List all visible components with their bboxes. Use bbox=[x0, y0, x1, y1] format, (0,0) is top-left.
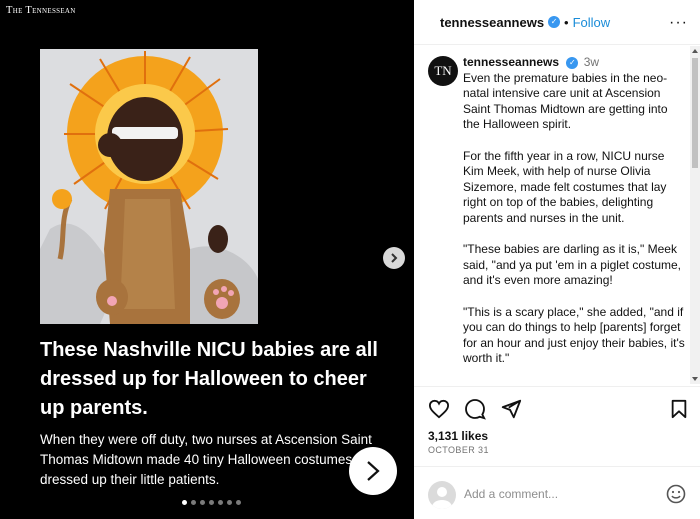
caption-area: TN tennesseannews ✓ 3w Even the prematur… bbox=[414, 46, 700, 386]
carousel-dot[interactable] bbox=[209, 500, 214, 505]
comment-button[interactable] bbox=[464, 398, 486, 420]
carousel-dot[interactable] bbox=[236, 500, 241, 505]
smiley-icon bbox=[666, 484, 686, 504]
emoji-button[interactable] bbox=[666, 484, 686, 504]
comment-composer bbox=[414, 466, 700, 519]
avatar[interactable]: TN bbox=[428, 56, 458, 86]
carousel-dot[interactable] bbox=[227, 500, 232, 505]
photo-next-button[interactable] bbox=[383, 247, 405, 269]
post-caption: tennesseannews ✓ 3w Even the premature b… bbox=[463, 55, 685, 367]
scroll-thumb[interactable] bbox=[692, 58, 698, 168]
like-button[interactable] bbox=[428, 398, 450, 420]
likes-count[interactable]: 3,131 likes bbox=[428, 429, 488, 443]
carousel-dot[interactable] bbox=[191, 500, 196, 505]
header-separator: • bbox=[564, 14, 569, 30]
follow-button[interactable]: Follow bbox=[573, 15, 611, 30]
carousel-dots bbox=[182, 500, 241, 505]
actions-area: 3,131 likes October 31 bbox=[414, 386, 700, 466]
save-button[interactable] bbox=[668, 398, 690, 420]
carousel-dot[interactable] bbox=[218, 500, 223, 505]
baby-lion-costume-image bbox=[40, 49, 258, 324]
verified-badge-icon: ✓ bbox=[566, 56, 579, 69]
share-button[interactable] bbox=[500, 398, 522, 420]
chevron-right-icon bbox=[367, 461, 380, 481]
caption-scrollbar[interactable] bbox=[690, 46, 700, 384]
carousel-dot[interactable] bbox=[182, 500, 187, 505]
post-date-text: October 31 bbox=[428, 445, 489, 455]
comment-bubble-icon bbox=[465, 399, 486, 420]
post-timestamp[interactable]: 3w bbox=[584, 55, 599, 69]
header-username[interactable]: tennesseannews bbox=[440, 15, 544, 30]
chevron-right-icon bbox=[391, 253, 398, 263]
post-date: October 31 bbox=[428, 445, 489, 455]
verified-badge-icon: ✓ bbox=[548, 16, 561, 28]
caption-paragraph: For the fifth year in a row, NICU nurse … bbox=[463, 148, 667, 225]
bookmark-icon bbox=[671, 399, 687, 419]
post-subtext: When they were off duty, two nurses at A… bbox=[40, 432, 379, 487]
avatar bbox=[428, 481, 456, 509]
heart-icon bbox=[428, 399, 450, 419]
comment-input[interactable] bbox=[464, 485, 654, 503]
post-headline: These Nashville NICU babies are all dres… bbox=[40, 339, 378, 419]
caption-paragraph: "These babies are darling as it is," Mee… bbox=[463, 242, 682, 288]
post-photo bbox=[40, 49, 258, 324]
paper-plane-icon bbox=[501, 399, 522, 419]
caption-username[interactable]: tennesseannews bbox=[463, 55, 559, 69]
scroll-down-arrow[interactable] bbox=[692, 377, 698, 381]
action-bar bbox=[428, 398, 522, 420]
carousel-dot[interactable] bbox=[200, 500, 205, 505]
post-header: tennesseannews ✓ • Follow ··· bbox=[414, 0, 700, 45]
post-sidebar: tennesseannews ✓ • Follow ··· TN tenness… bbox=[414, 0, 700, 519]
media-pane: The Tennessean These Nashville NICU babi… bbox=[0, 0, 414, 519]
more-options-button[interactable]: ··· bbox=[669, 14, 688, 32]
caption-paragraph: "This is a scary place," she added, "and… bbox=[463, 304, 685, 366]
scroll-up-arrow[interactable] bbox=[692, 49, 698, 53]
caption-paragraph: Even the premature babies in the neo-nat… bbox=[463, 70, 668, 132]
carousel-next-button[interactable] bbox=[349, 447, 397, 495]
default-user-icon bbox=[432, 487, 452, 509]
publisher-brand: The Tennessean bbox=[6, 5, 76, 16]
